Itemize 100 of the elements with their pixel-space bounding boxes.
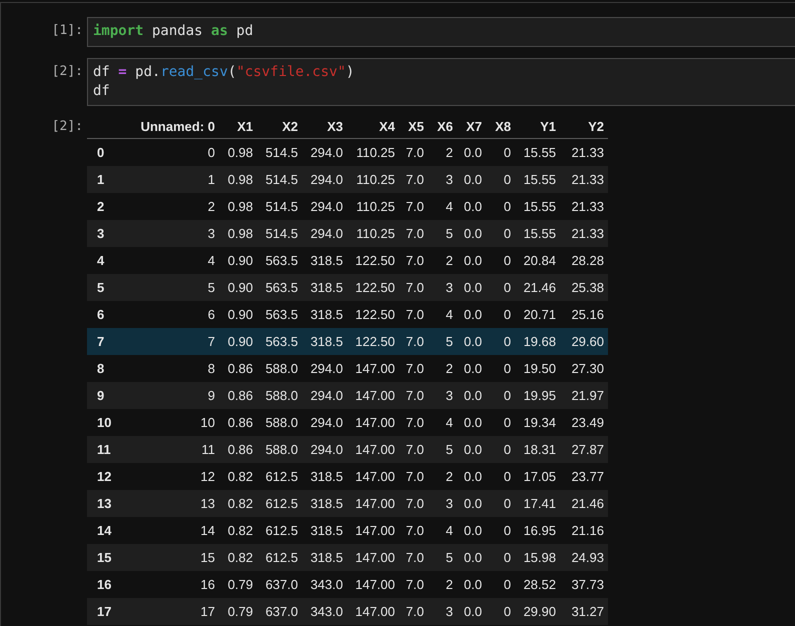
table-cell: 0.82: [228, 469, 253, 484]
table-cell: 588.0: [265, 361, 298, 376]
table-cell: 0: [208, 145, 215, 160]
table-row[interactable]: 2 2 0.98 514.5 294.0 110.25 7.0 4 0.0 0 15.55 21.33: [87, 193, 608, 220]
table-cell: 7.0: [406, 415, 424, 430]
table-cell: 0: [504, 253, 511, 268]
row-index: 2: [97, 199, 104, 214]
table-cell: 0.0: [464, 253, 482, 268]
table-cell: 294.0: [310, 199, 343, 214]
table-cell: 0.0: [464, 334, 482, 349]
table-cell: 563.5: [265, 253, 298, 268]
table-cell: 122.50: [355, 280, 395, 295]
table-row[interactable]: 15 15 0.82 612.5 318.5 147.00 7.0 5 0.0 0 15.98 24.93: [87, 544, 608, 571]
table-cell: 27.30: [571, 361, 604, 376]
table-row[interactable]: 13 13 0.82 612.5 318.5 147.00 7.0 3 0.0 0 17.41 21.46: [87, 490, 608, 517]
table-cell: 4: [208, 253, 215, 268]
table-row[interactable]: 17 17 0.79 637.0 343.0 147.00 7.0 3 0.0 0 29.90 31.27: [87, 598, 608, 625]
table-row[interactable]: 7 7 0.90 563.5 318.5 122.50 7.0 5 0.0 0 19.68 29.60: [87, 328, 608, 355]
table-cell: 294.0: [310, 361, 343, 376]
table-cell: 0.0: [464, 577, 482, 592]
table-cell: 6: [208, 307, 215, 322]
table-cell: 0.0: [464, 199, 482, 214]
table-cell: 15.55: [523, 145, 556, 160]
table-cell: 0.0: [464, 361, 482, 376]
table-cell: 21.16: [571, 523, 604, 538]
row-index: 16: [97, 577, 112, 592]
table-cell: 11: [202, 442, 215, 457]
table-cell: 0.90: [228, 280, 253, 295]
table-cell: 0.0: [464, 442, 482, 457]
table-cell: 0.90: [228, 253, 253, 268]
table-cell: 15.55: [523, 226, 556, 241]
code-editor[interactable]: import pandas as pd: [87, 17, 795, 47]
table-cell: 14: [200, 523, 215, 538]
table-cell: 0.98: [228, 145, 253, 160]
row-index: 6: [97, 307, 104, 322]
table-cell: 0.0: [464, 388, 482, 403]
table-cell: 294.0: [310, 172, 343, 187]
row-index: 9: [97, 388, 104, 403]
table-cell: 15.55: [523, 199, 556, 214]
table-cell: 7.0: [406, 145, 424, 160]
table-cell: 0.0: [464, 226, 482, 241]
table-cell: 5: [208, 280, 215, 295]
row-index: 1: [97, 172, 104, 187]
table-row[interactable]: 8 8 0.86 588.0 294.0 147.00 7.0 2 0.0 0 19.50 27.30: [87, 355, 608, 382]
table-cell: 612.5: [265, 550, 298, 565]
code-editor[interactable]: df = pd.read_csv("csvfile.csv") df: [87, 58, 795, 106]
table-row[interactable]: 12 12 0.82 612.5 318.5 147.00 7.0 2 0.0 0 17.05 23.77: [87, 463, 608, 490]
table-cell: 0: [504, 442, 511, 457]
table-cell: 0.90: [228, 307, 253, 322]
table-row[interactable]: 6 6 0.90 563.5 318.5 122.50 7.0 4 0.0 0 20.71 25.16: [87, 301, 608, 328]
table-cell: 612.5: [265, 523, 298, 538]
table-row[interactable]: 16 16 0.79 637.0 343.0 147.00 7.0 2 0.0 0 28.52 37.73: [87, 571, 608, 598]
table-cell: 563.5: [265, 334, 298, 349]
table-cell: 0: [504, 415, 511, 430]
table-cell: 7.0: [406, 226, 424, 241]
table-cell: 7.0: [406, 604, 424, 619]
table-cell: 343.0: [310, 577, 343, 592]
row-index: 3: [97, 226, 104, 241]
table-row[interactable]: 14 14 0.82 612.5 318.5 147.00 7.0 4 0.0 0 16.95 21.16: [87, 517, 608, 544]
row-index: 0: [97, 145, 104, 160]
table-cell: 3: [446, 388, 453, 403]
table-cell: 0: [504, 577, 511, 592]
table-cell: 5: [446, 550, 453, 565]
table-cell: 0: [504, 199, 511, 214]
table-cell: 7.0: [406, 334, 424, 349]
table-cell: 0.86: [228, 442, 253, 457]
row-index: 4: [97, 253, 104, 268]
table-cell: 0: [504, 496, 511, 511]
table-row[interactable]: 11 11 0.86 588.0 294.0 147.00 7.0 5 0.0 0 18.31 27.87: [87, 436, 608, 463]
table-cell: 7.0: [406, 172, 424, 187]
table-cell: 5: [446, 334, 453, 349]
table-cell: 16.95: [523, 523, 556, 538]
code-line: df = pd.read_csv("csvfile.csv"): [93, 63, 356, 82]
code-line: import pandas as pd: [93, 22, 254, 41]
table-cell: 13: [200, 496, 215, 511]
table-cell: 0: [504, 388, 511, 403]
table-cell: 5: [446, 442, 453, 457]
table-cell: 7.0: [406, 577, 424, 592]
table-cell: 0: [504, 307, 511, 322]
table-cell: 29.90: [523, 604, 556, 619]
table-row[interactable]: 10 10 0.86 588.0 294.0 147.00 7.0 4 0.0 0 19.34 23.49: [87, 409, 608, 436]
table-cell: 0.86: [228, 415, 253, 430]
table-cell: 0: [504, 334, 511, 349]
table-cell: 21.97: [571, 388, 604, 403]
table-row[interactable]: 4 4 0.90 563.5 318.5 122.50 7.0 2 0.0 0 20.84 28.28: [87, 247, 608, 274]
table-cell: 294.0: [310, 388, 343, 403]
table-cell: 0.98: [228, 172, 253, 187]
table-cell: 318.5: [310, 307, 343, 322]
table-cell: 318.5: [310, 469, 343, 484]
table-cell: 612.5: [265, 469, 298, 484]
table-cell: 7.0: [406, 496, 424, 511]
table-cell: 4: [446, 415, 453, 430]
table-cell: 7.0: [406, 388, 424, 403]
table-cell: 563.5: [265, 280, 298, 295]
table-cell: 7.0: [406, 442, 424, 457]
table-cell: 4: [446, 523, 453, 538]
table-row[interactable]: 9 9 0.86 588.0 294.0 147.00 7.0 3 0.0 0 19.95 21.97: [87, 382, 608, 409]
table-cell: 0.0: [464, 415, 482, 430]
table-row[interactable]: 0 0 0.98 514.5 294.0 110.25 7.0 2 0.0 0 15.55 21.33: [87, 138, 608, 166]
row-index: 10: [97, 415, 112, 430]
